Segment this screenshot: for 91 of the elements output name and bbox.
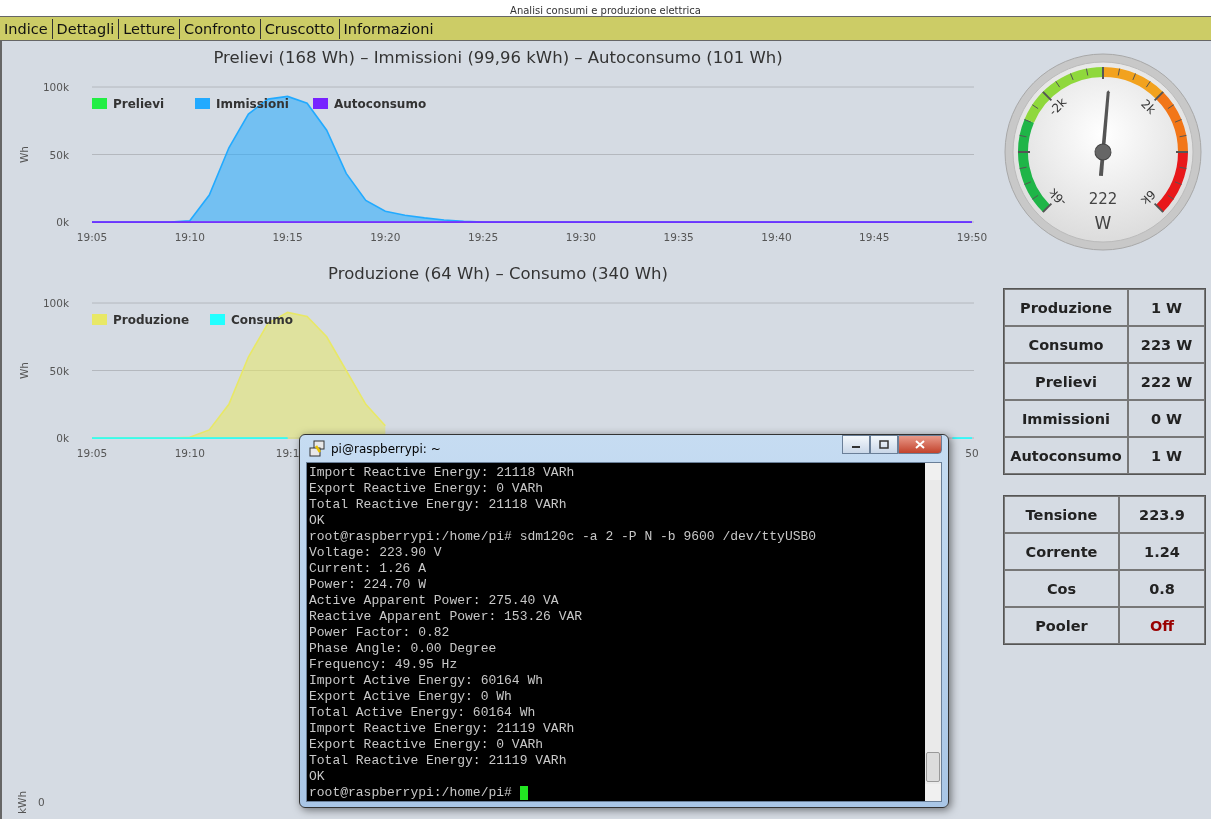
y-tick-label: 50k	[49, 148, 69, 161]
maximize-button[interactable]	[870, 435, 898, 454]
table-cell: Pooler	[1004, 607, 1119, 644]
nav-link[interactable]: Indice	[4, 18, 52, 39]
close-button[interactable]	[898, 435, 942, 454]
terminal-line: Import Active Energy: 60164 Wh	[309, 673, 545, 689]
table-cell: 1.24	[1119, 533, 1205, 570]
nav-link[interactable]: Letture	[118, 18, 180, 39]
terminal-line: Current: 1.26 A	[309, 561, 428, 577]
x-tick-label: 19:1	[275, 447, 300, 459]
table-cell: 0.8	[1119, 570, 1205, 607]
x-tick-label: 19:20	[370, 231, 401, 243]
gauge-scale-label: 2k	[1138, 96, 1159, 117]
gauge-reading: 222	[1088, 190, 1118, 208]
legend-label: Autoconsumo	[334, 97, 427, 111]
close-icon	[915, 440, 925, 449]
y-tick-label: 100k	[42, 81, 69, 93]
terminal-line: Total Reactive Energy: 21119 VARh	[309, 753, 568, 769]
gauge-scale-label: -6k	[1046, 185, 1070, 209]
minimize-button[interactable]	[842, 435, 870, 454]
y-tick-label: 0k	[56, 432, 69, 444]
axis-label: kWh	[16, 789, 28, 815]
computer-icon	[308, 439, 326, 458]
table-cell: Cos	[1004, 570, 1119, 607]
x-tick-label: 19:45	[859, 231, 890, 243]
axis-label: Wh	[18, 362, 30, 379]
table-cell: 222 W	[1128, 363, 1205, 400]
terminal-line: Frequency: 49.95 Hz	[309, 657, 459, 673]
terminal-line: Voltage: 223.90 V	[309, 545, 443, 561]
terminal-line: Total Reactive Energy: 21118 VARh	[309, 497, 568, 513]
x-tick-label: 19:10	[174, 231, 205, 243]
y-tick-label: 100k	[42, 297, 69, 309]
terminal-line: root@raspberrypi:/home/pi# sdm120c -a 2 -P N -b 9600 /dev/ttyUSB0	[309, 529, 818, 545]
x-tick-label: 19:10	[174, 447, 205, 459]
y-tick-label: 50k	[49, 364, 69, 377]
nav-link[interactable]: Dettagli	[51, 18, 119, 39]
y-tick-label: 0	[38, 796, 45, 808]
table-cell: 223.9	[1119, 496, 1205, 533]
terminal-line: Import Reactive Energy: 21118 VARh	[309, 465, 576, 481]
gauge-scale-label: 6k	[1138, 187, 1159, 208]
x-tick-label: 19:35	[663, 231, 694, 243]
terminal-prompt: root@raspberrypi:/home/pi#	[309, 785, 512, 801]
x-tick-label: 19:05	[76, 447, 108, 459]
legend-label: Produzione	[113, 313, 190, 327]
gauge-scale-label: -2k	[1046, 95, 1070, 119]
nav-link[interactable]: Cruscotto	[259, 18, 339, 39]
scrollbar[interactable]	[925, 463, 941, 801]
table-cell: Consumo	[1004, 326, 1128, 363]
y-tick-label: 0k	[56, 216, 69, 228]
gauge-unit: W	[1094, 213, 1112, 233]
x-tick-label: 19:50	[956, 231, 988, 243]
table-cell: 1 W	[1128, 289, 1205, 326]
x-tick-label: 19:40	[761, 231, 792, 243]
text-cursor	[519, 786, 528, 800]
terminal-line: Active Apparent Power: 275.40 VA	[309, 593, 560, 609]
chart-title: Produzione (64 Wh) – Consumo (340 Wh)	[327, 263, 669, 285]
page-title: Analisi consumi e produzione elettrica	[510, 5, 701, 16]
terminal-line: Power: 224.70 W	[309, 577, 428, 593]
table-cell: Immissioni	[1004, 400, 1128, 437]
axis-label: Wh	[18, 146, 30, 163]
terminal-line: Export Reactive Energy: 0 VARh	[309, 481, 545, 497]
x-tick-label: 19:15	[272, 231, 303, 243]
table-cell: Corrente	[1004, 533, 1119, 570]
table-cell: Autoconsumo	[1004, 437, 1128, 474]
table-cell: 223 W	[1128, 326, 1205, 363]
maximize-icon	[879, 440, 889, 449]
terminal-line: Phase Angle: 0.00 Degree	[309, 641, 498, 657]
chart-title: Prelievi (168 Wh) – Immissioni (99,96 kWh) – Autoconsumo (101 Wh)	[212, 47, 784, 69]
table-cell: Tensione	[1004, 496, 1119, 533]
x-tick-label: 50	[965, 447, 979, 459]
terminal-line: OK	[309, 513, 326, 529]
legend-label: Prelievi	[113, 97, 165, 111]
terminal-line: Total Active Energy: 60164 Wh	[309, 705, 537, 721]
terminal-line: Reactive Apparent Power: 153.26 VAR	[309, 609, 584, 625]
table-cell: 0 W	[1128, 400, 1205, 437]
terminal-line: Export Reactive Energy: 0 VARh	[309, 737, 545, 753]
terminal-line: Power Factor: 0.82	[309, 625, 451, 641]
table-cell: Produzione	[1004, 289, 1128, 326]
table-cell: 1 W	[1128, 437, 1205, 474]
table-cell: Off	[1119, 607, 1205, 644]
terminal-line: OK	[309, 769, 326, 785]
terminal-line: Export Active Energy: 0 Wh	[309, 689, 513, 705]
x-tick-label: 19:25	[468, 231, 499, 243]
nav-link[interactable]: Informazioni	[338, 18, 438, 39]
x-tick-label: 19:30	[565, 231, 596, 243]
terminal-line: Import Reactive Energy: 21119 VARh	[309, 721, 576, 737]
window-title: pi@raspberrypi: ~	[331, 441, 441, 456]
x-tick-label: 19:05	[76, 231, 108, 243]
scroll-thumb[interactable]	[926, 752, 940, 782]
table-cell: Prelievi	[1004, 363, 1128, 400]
nav-link[interactable]: Confronto	[179, 18, 260, 39]
